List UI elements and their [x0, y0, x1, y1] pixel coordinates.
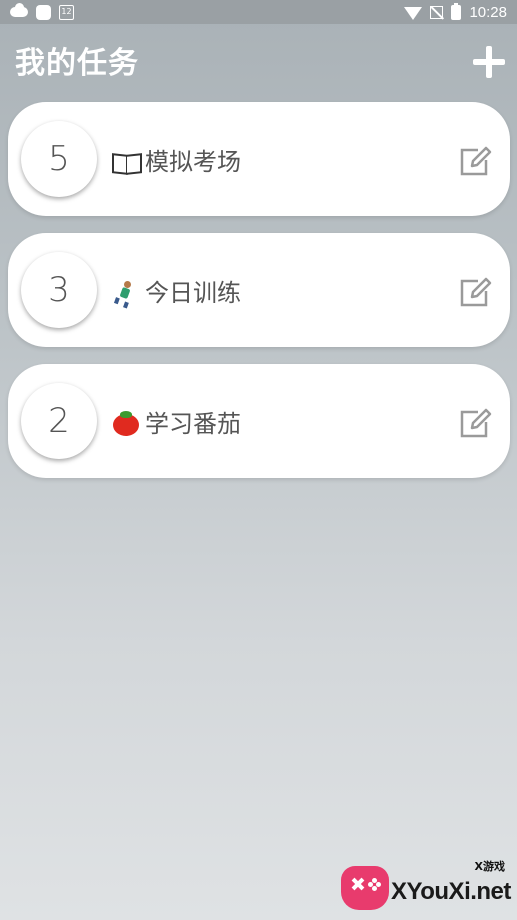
task-title: 今日训练 — [111, 273, 241, 308]
task-name-label: 模拟考场 — [145, 148, 241, 176]
tomato-icon — [111, 408, 143, 436]
task-name-label: 学习番茄 — [145, 410, 241, 438]
no-signal-icon — [430, 5, 444, 19]
status-time: 10:28 — [469, 3, 507, 21]
edit-task-button[interactable] — [458, 408, 492, 440]
edit-icon — [460, 408, 492, 438]
gamepad-logo-icon — [341, 866, 389, 910]
task-count-badge[interactable]: 3 — [21, 252, 97, 328]
edit-icon — [460, 146, 492, 176]
battery-icon — [451, 2, 462, 20]
cloud-icon — [10, 3, 28, 17]
wifi-icon — [404, 6, 423, 20]
book-icon — [111, 146, 143, 174]
task-card-training[interactable]: 3 今日训练 — [8, 233, 510, 347]
watermark: X游戏 XYouXi.net — [341, 858, 511, 914]
task-card-pomodoro[interactable]: 2 学习番茄 — [8, 364, 510, 478]
edit-task-button[interactable] — [458, 277, 492, 309]
task-title: 学习番茄 — [111, 404, 241, 439]
watermark-tag: X游戏 — [474, 860, 505, 873]
task-name-label: 今日训练 — [145, 279, 241, 307]
app-icon — [36, 4, 51, 20]
add-task-button[interactable] — [473, 46, 505, 78]
task-title: 模拟考场 — [111, 142, 241, 177]
task-card-exam[interactable]: 5 模拟考场 — [8, 102, 510, 216]
task-count-badge[interactable]: 5 — [21, 121, 97, 197]
runner-icon — [111, 277, 143, 305]
edit-task-button[interactable] — [458, 146, 492, 178]
task-count-badge[interactable]: 2 — [21, 383, 97, 459]
page-title: 我的任务 — [15, 46, 139, 81]
status-bar: 12 10:28 — [0, 0, 517, 24]
status-right: 10:28 — [404, 2, 507, 21]
task-list: 5 模拟考场 3 今日训练 2 学习番茄 — [8, 102, 510, 495]
edit-icon — [460, 277, 492, 307]
status-left: 12 — [10, 3, 74, 20]
calendar-icon: 12 — [59, 4, 74, 20]
watermark-text: XYouXi.net — [391, 878, 511, 905]
